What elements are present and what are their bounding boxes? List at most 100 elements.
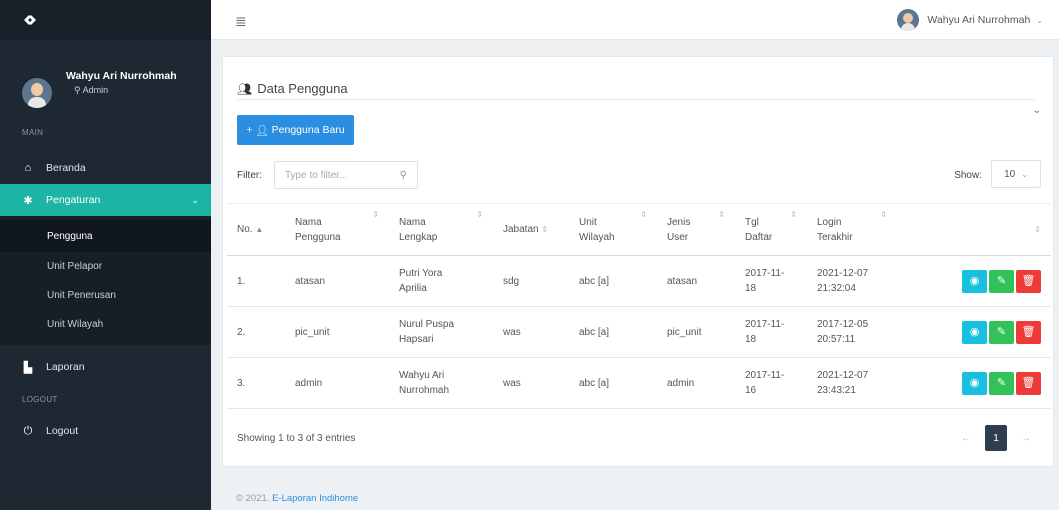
chevron-down-icon: ⌄ xyxy=(191,194,199,205)
page-title: 👥︎ Data Pengguna xyxy=(237,81,348,96)
sort-icon: ⇕ xyxy=(541,225,549,234)
header-label: Jenis User xyxy=(667,216,691,243)
cell-jabatan: was xyxy=(493,357,569,409)
column-header-actions[interactable]: ⇕ xyxy=(897,203,1051,256)
collapse-chevron-icon[interactable]: ⌄ xyxy=(1033,105,1041,116)
view-button[interactable]: ◉ xyxy=(962,320,987,344)
page-size-select[interactable]: 10 ⌄ xyxy=(991,160,1041,188)
sidebar-item-label: Laporan xyxy=(46,361,85,373)
sidebar-item-label: Logout xyxy=(46,425,79,437)
fullname-text: Wahyu Ari Nurrohmah xyxy=(399,370,450,396)
cell-login: 2021-12-07 23:43:21 xyxy=(807,357,897,409)
sidebar-item-label: Pengaturan xyxy=(46,194,101,206)
edit-button[interactable]: ✎ xyxy=(989,320,1014,344)
fullname-text: Nurul Puspa Hapsari xyxy=(399,319,455,345)
cell-username: admin xyxy=(285,357,389,409)
avatar xyxy=(22,78,52,108)
page-size-value: 10 xyxy=(1004,168,1016,180)
cell-fullname: Nurul Puspa Hapsari xyxy=(389,306,493,358)
cell-no: 1. xyxy=(227,255,285,307)
sidebar-subitem-pengguna[interactable]: Pengguna xyxy=(0,220,211,252)
chevron-down-icon: ⌄ xyxy=(1036,15,1043,25)
cell-username: pic_unit xyxy=(285,306,389,358)
sort-icon: ⇕ xyxy=(790,209,797,219)
delete-button[interactable]: 🗑︎ xyxy=(1016,371,1041,395)
date-text: 2017-11-16 xyxy=(745,370,785,396)
menu-toggle-icon[interactable]: ≣ xyxy=(235,13,247,30)
login-text: 2021-12-07 21:32:04 xyxy=(817,268,869,294)
column-header-unit-wilayah[interactable]: ⇕ Unit Wilayah xyxy=(569,203,657,256)
eye-icon: ◉ xyxy=(969,274,980,287)
users-table: No. ▲ ⇕ Nama Pengguna ⇕ Nama Lengkap Jabat… xyxy=(227,203,1051,409)
cell-no: 3. xyxy=(227,357,285,409)
next-page-button[interactable]: → xyxy=(1021,433,1031,444)
app-logo[interactable] xyxy=(0,0,211,40)
filter-input[interactable] xyxy=(285,169,400,181)
add-user-button[interactable]: + 👤︎ Pengguna Baru xyxy=(237,115,354,145)
column-header-no[interactable]: No. ▲ xyxy=(227,203,285,256)
sidebar-user-name: Wahyu Ari Nurrohmah xyxy=(66,70,177,82)
delete-button[interactable]: 🗑︎ xyxy=(1016,269,1041,293)
view-button[interactable]: ◉ xyxy=(962,371,987,395)
cell-unit: abc [a] xyxy=(569,306,657,358)
divider xyxy=(237,99,1035,100)
cell-no: 2. xyxy=(227,306,285,358)
edit-icon: ✎ xyxy=(996,376,1007,389)
cell-actions: ◉ ✎ 🗑︎ xyxy=(897,357,1051,409)
eye-icon: ◉ xyxy=(969,376,980,389)
section-logout-label: LOGOUT xyxy=(22,395,58,404)
column-header-jabatan[interactable]: Jabatan ⇕ xyxy=(493,203,569,256)
sort-icon: ⇕ xyxy=(372,209,379,219)
page-button-current[interactable]: 1 xyxy=(985,425,1007,451)
sidebar-item-logout[interactable]: ⏻ Logout xyxy=(0,415,211,447)
cell-login: 2017-12-05 20:57:11 xyxy=(807,306,897,358)
sort-icon: ⇕ xyxy=(640,209,647,219)
cell-tgl-daftar: 2017-11-16 xyxy=(735,357,807,409)
show-label: Show: xyxy=(954,170,982,181)
report-icon: ▙ xyxy=(23,361,33,374)
column-header-nama-pengguna[interactable]: ⇕ Nama Pengguna xyxy=(285,203,389,256)
header-label: Tgl Daftar xyxy=(745,216,773,243)
sort-icon: ⇕ xyxy=(1034,225,1041,234)
sidebar-item-pengaturan[interactable]: ✱ Pengaturan ⌄ xyxy=(0,184,211,216)
home-icon: ⌂ xyxy=(24,162,32,174)
sidebar-submenu: Pengguna Unit Pelapor Unit Penerusan Uni… xyxy=(0,216,211,345)
cell-jenis: admin xyxy=(657,357,735,409)
search-icon: ⚲ xyxy=(399,169,407,181)
login-text: 2021-12-07 23:43:21 xyxy=(817,370,869,396)
section-main-label: MAIN xyxy=(22,128,44,137)
sidebar-subitem-unit-pelapor[interactable]: Unit Pelapor xyxy=(0,252,211,281)
sidebar-subitem-unit-penerusan[interactable]: Unit Penerusan xyxy=(0,281,211,310)
delete-button[interactable]: 🗑︎ xyxy=(1016,320,1041,344)
header-label: Unit Wilayah xyxy=(579,216,615,243)
sidebar-item-beranda[interactable]: ⌂ Beranda xyxy=(0,152,211,184)
sidebar-item-laporan[interactable]: ▙ Laporan xyxy=(0,351,211,383)
sidebar-user-role: ⚲ Admin xyxy=(66,85,177,96)
header-label: Login Terakhir xyxy=(817,216,853,243)
edit-icon: ✎ xyxy=(996,274,1007,287)
avatar xyxy=(897,9,920,31)
column-header-nama-lengkap[interactable]: ⇕ Nama Lengkap xyxy=(389,203,493,256)
cell-jabatan: sdg xyxy=(493,255,569,307)
role-label: Admin xyxy=(82,85,109,95)
column-header-login-terakhir[interactable]: ⇕ Login Terakhir xyxy=(807,203,897,256)
eye-icon: ◉ xyxy=(969,325,980,338)
cell-tgl-daftar: 2017-11-18 xyxy=(735,306,807,358)
sidebar-subitem-unit-wilayah[interactable]: Unit Wilayah xyxy=(0,310,211,339)
edit-button[interactable]: ✎ xyxy=(989,371,1014,395)
column-header-jenis-user[interactable]: ⇕ Jenis User xyxy=(657,203,735,256)
date-text: 2017-11-18 xyxy=(745,268,785,294)
prev-page-button[interactable]: ← xyxy=(961,433,971,444)
users-card: 👥︎ Data Pengguna ⌄ + 👤︎ Pengguna Baru Fi… xyxy=(222,56,1054,467)
card-title-text: Data Pengguna xyxy=(257,81,348,96)
header-label: No. xyxy=(237,224,253,235)
view-button[interactable]: ◉ xyxy=(962,269,987,293)
cell-login: 2021-12-07 21:32:04 xyxy=(807,255,897,307)
footer-link[interactable]: E-Laporan Indihome xyxy=(272,493,358,504)
user-menu[interactable]: Wahyu Ari Nurrohmah ⌄ xyxy=(897,9,1043,31)
edit-button[interactable]: ✎ xyxy=(989,269,1014,293)
edit-icon: ✎ xyxy=(996,325,1007,338)
users-icon: 👥︎ xyxy=(237,81,253,96)
column-header-tgl-daftar[interactable]: ⇕ Tgl Daftar xyxy=(735,203,807,256)
add-user-label: Pengguna Baru xyxy=(271,124,345,136)
